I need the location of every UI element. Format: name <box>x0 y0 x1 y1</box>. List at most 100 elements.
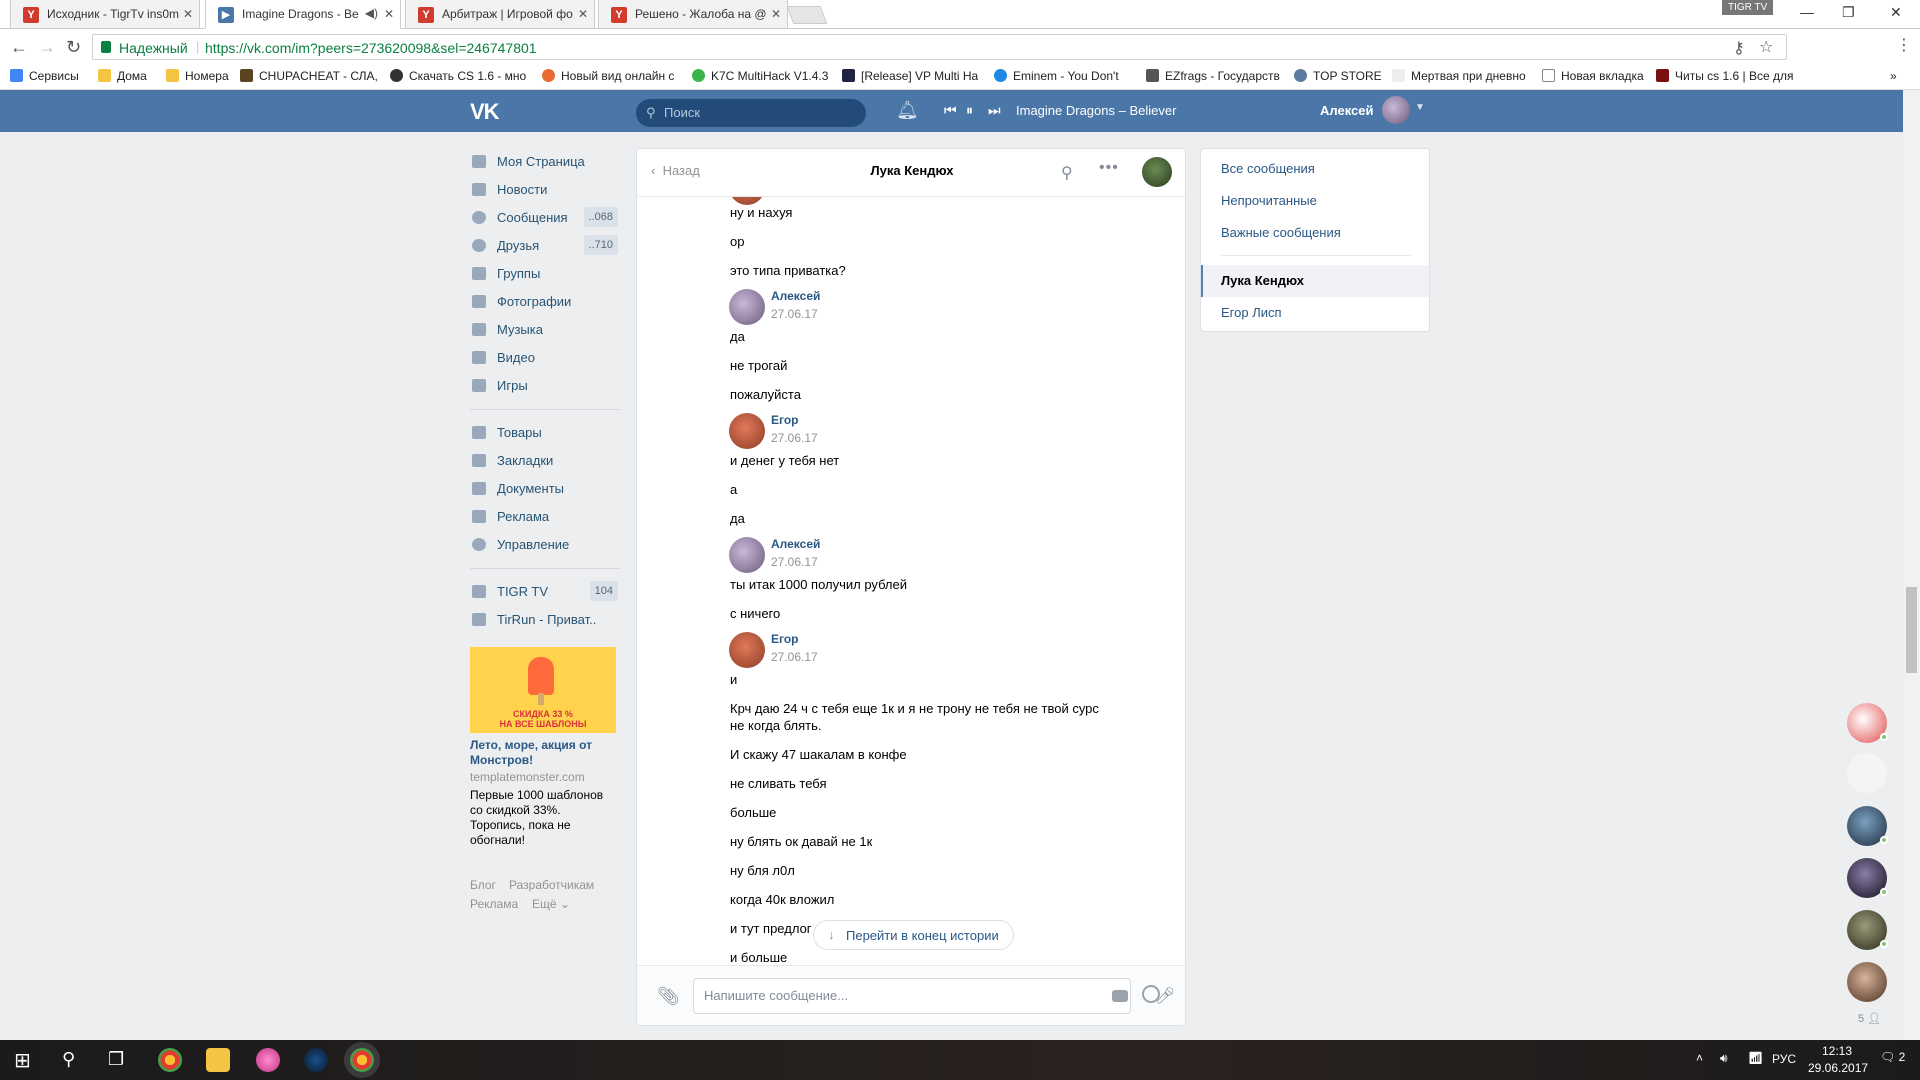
chevron-up-icon[interactable]: ˄ <box>1696 1051 1703 1065</box>
message-date[interactable]: 27.06.17 <box>771 650 818 664</box>
avatar[interactable] <box>729 632 765 668</box>
avatar[interactable] <box>1382 96 1410 124</box>
search-icon[interactable]: ⚲ <box>1061 163 1073 183</box>
speaker-icon[interactable]: ◀) <box>365 6 378 20</box>
search-input[interactable]: ⚲ Поиск <box>636 99 866 127</box>
back-arrow-icon[interactable]: ← <box>10 37 28 58</box>
search-icon[interactable]: ⚲ <box>62 1049 75 1070</box>
chevron-down-icon[interactable]: ▼ <box>1415 102 1425 113</box>
vk-logo[interactable]: VK <box>470 99 500 125</box>
filter-unread[interactable]: Непрочитанные <box>1221 193 1317 208</box>
sidebar-item-group-tirrun[interactable]: TirRun - Приват.. <box>470 606 620 634</box>
sidebar-item-music[interactable]: Музыка <box>470 316 620 344</box>
now-playing-track[interactable]: Imagine Dragons – Believer <box>1016 103 1176 118</box>
page-scrollbar[interactable] <box>1903 90 1920 1040</box>
footer-link-more[interactable]: Ещё ⌄ <box>532 897 570 911</box>
bookmark-item[interactable]: Eminem - You Don't <box>994 69 1119 83</box>
message-author[interactable]: Егор <box>771 632 799 646</box>
sidebar-item-goods[interactable]: Товары <box>470 419 620 447</box>
avatar[interactable] <box>729 537 765 573</box>
browser-tab[interactable]: Y Решено - Жалоба на @ ✕ <box>598 0 788 29</box>
notifications-icon[interactable]: 🗨︎ 2 <box>1880 1050 1905 1064</box>
task-view-icon[interactable]: ❐ <box>108 1049 124 1070</box>
camera-icon[interactable] <box>1112 990 1128 1002</box>
sidebar-item-documents[interactable]: Документы <box>470 475 620 503</box>
avatar[interactable] <box>729 197 765 205</box>
bell-icon[interactable]: 🔔︎ <box>896 100 919 121</box>
browser-tab[interactable]: Y Исходник - TigrTv ins0m ✕ <box>10 0 200 29</box>
avatar[interactable] <box>1142 157 1172 187</box>
message-author[interactable]: Алексей <box>771 289 820 303</box>
network-icon[interactable]: 📶︎ <box>1748 1051 1763 1065</box>
sidebar-item-ads[interactable]: Реклама <box>470 503 620 531</box>
message-author[interactable]: Егор <box>771 413 799 427</box>
bookmark-item[interactable]: Скачать CS 1.6 - мно <box>390 69 526 83</box>
sidebar-item-groups[interactable]: Группы <box>470 260 620 288</box>
avatar[interactable] <box>1847 962 1887 1002</box>
sidebar-item-friends[interactable]: Друзья ..710 <box>470 232 620 260</box>
close-tab-icon[interactable]: ✕ <box>771 7 781 21</box>
browser-tab[interactable]: Y Арбитраж | Игровой фо ✕ <box>405 0 595 29</box>
close-tab-icon[interactable]: ✕ <box>183 7 193 21</box>
sidebar-item-photos[interactable]: Фотографии <box>470 288 620 316</box>
footer-link-blog[interactable]: Блог <box>470 878 496 892</box>
ad-title[interactable]: Лето, море, акция от Монстров! <box>470 738 620 768</box>
browser-tab-active[interactable]: ▶ Imagine Dragons - Be ◀) ✕ <box>205 0 401 29</box>
bookmark-item[interactable]: EZfrags - Государств <box>1146 69 1280 83</box>
new-tab-button[interactable] <box>786 6 828 24</box>
bookmark-item[interactable]: CHUPACHEAT - СЛА, <box>240 69 378 83</box>
message-author[interactable]: Алексей <box>771 537 820 551</box>
close-window-icon[interactable]: ✕ <box>1890 4 1902 21</box>
chrome-active-icon[interactable] <box>350 1048 374 1072</box>
bookmark-item[interactable]: Номера <box>166 69 229 83</box>
bookmark-item[interactable]: Дома <box>98 69 147 83</box>
chrome-icon[interactable] <box>158 1048 182 1072</box>
bookmark-star-icon[interactable]: ☆ <box>1759 37 1773 57</box>
steam-icon[interactable] <box>304 1048 328 1072</box>
message-date[interactable]: 27.06.17 <box>771 307 818 321</box>
footer-link-dev[interactable]: Разработчикам <box>509 878 594 892</box>
chrome-menu-icon[interactable]: ⋮ <box>1896 35 1912 55</box>
footer-link-ads[interactable]: Реклама <box>470 897 518 911</box>
sidebar-item-games[interactable]: Игры <box>470 372 620 400</box>
message-date[interactable]: 27.06.17 <box>771 431 818 445</box>
pause-icon[interactable]: ⏸︎ <box>966 102 973 119</box>
message-input[interactable]: Напишите сообщение... <box>693 978 1160 1014</box>
key-icon[interactable]: ⚷ <box>1733 38 1745 58</box>
sidebar-item-my-page[interactable]: Моя Страница <box>470 148 620 176</box>
bookmark-item[interactable]: TOP STORE <box>1294 69 1382 83</box>
bookmark-item[interactable]: Новый вид онлайн с <box>542 69 674 83</box>
restore-icon[interactable]: ❐ <box>1842 4 1855 21</box>
friends-online-count[interactable]: 5 👤︎ <box>1858 1012 1881 1025</box>
avatar[interactable] <box>729 413 765 449</box>
clock-date[interactable]: 29.06.2017 <box>1808 1061 1868 1075</box>
clock-time[interactable]: 12:13 <box>1822 1044 1852 1058</box>
scrollbar-thumb[interactable] <box>1906 587 1917 673</box>
volume-icon[interactable]: 🔊︎ <box>1720 1051 1728 1066</box>
dialog-item[interactable]: Егор Лисп <box>1221 305 1282 320</box>
sidebar-item-news[interactable]: Новости <box>470 176 620 204</box>
sidebar-item-manage[interactable]: Управление <box>470 531 620 559</box>
close-tab-icon[interactable]: ✕ <box>384 7 394 21</box>
bookmark-item[interactable]: Читы cs 1.6 | Все для <box>1656 69 1793 83</box>
sidebar-item-video[interactable]: Видео <box>470 344 620 372</box>
jump-to-end-button[interactable]: ↓ Перейти в конец истории <box>813 920 1014 950</box>
dialog-item-active[interactable]: Лука Кендюх <box>1221 273 1304 288</box>
avatar[interactable] <box>729 289 765 325</box>
file-explorer-icon[interactable] <box>206 1048 230 1072</box>
filter-all-messages[interactable]: Все сообщения <box>1221 161 1315 176</box>
bookmark-item[interactable]: K7C MultiHack V1.4.3 <box>692 69 828 83</box>
windows-start-icon[interactable]: ⊞ <box>14 1048 31 1073</box>
reload-icon[interactable]: ↻ <box>66 37 81 58</box>
url-input[interactable]: Надежный | https://vk.com/im?peers=27362… <box>92 34 1787 60</box>
user-name[interactable]: Алексей <box>1320 103 1374 118</box>
sidebar-item-bookmarks[interactable]: Закладки <box>470 447 620 475</box>
microphone-icon[interactable]: 🎤︎ <box>1155 986 1175 1006</box>
paperclip-icon[interactable]: 📎︎ <box>657 986 680 1007</box>
more-bookmarks-icon[interactable]: » <box>1890 69 1897 83</box>
prev-track-icon[interactable]: ⏮︎ <box>944 102 957 119</box>
sidebar-item-group-tigrtv[interactable]: TIGR TV 104 <box>470 578 620 606</box>
sidebar-item-messages[interactable]: Сообщения ..068 <box>470 204 620 232</box>
message-date[interactable]: 27.06.17 <box>771 555 818 569</box>
forward-arrow-icon[interactable]: → <box>38 37 56 58</box>
